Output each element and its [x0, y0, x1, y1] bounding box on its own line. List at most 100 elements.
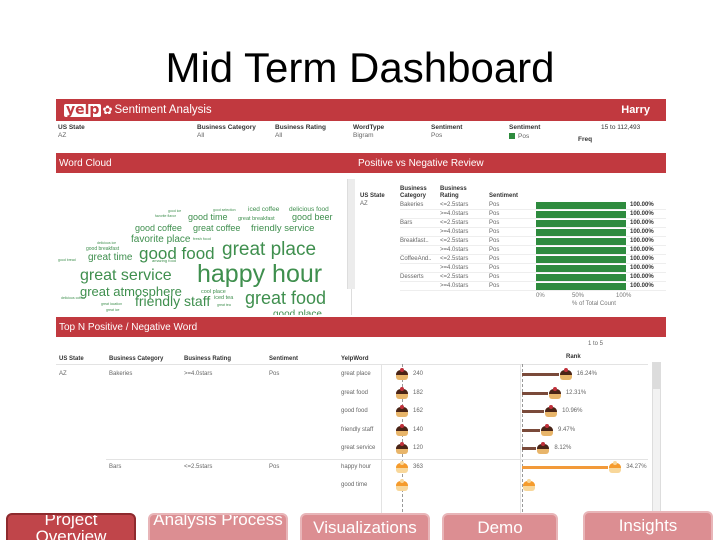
word-cloud-word[interactable]: great tea — [217, 303, 231, 308]
cupcake-icon[interactable] — [536, 442, 550, 454]
word-cloud-word[interactable]: good beer — [292, 213, 333, 222]
pvn-bar[interactable] — [536, 256, 626, 263]
word-cloud-word[interactable]: great place — [222, 240, 316, 259]
top-n-count: 120 — [413, 445, 424, 451]
pvn-bar[interactable] — [536, 274, 626, 281]
nav-visualizations[interactable]: Visualizations — [300, 513, 430, 540]
user-name[interactable]: Harry — [621, 104, 650, 116]
word-cloud-word[interactable]: great breakfast — [238, 216, 275, 223]
pvn-bar[interactable] — [536, 238, 626, 245]
filter-business-category[interactable]: Business Category All — [197, 124, 256, 139]
rank-bar[interactable] — [522, 428, 541, 432]
word-cloud-word[interactable]: delicious ice — [97, 241, 116, 246]
word-cloud-word[interactable]: friendly staff — [135, 294, 210, 308]
yelp-burst-icon: ✿ — [102, 103, 113, 117]
freq-range[interactable]: 15 to 112,493 — [601, 124, 640, 131]
rank-bar[interactable] — [522, 410, 545, 413]
nav-project-overview[interactable]: Project Overview — [6, 513, 136, 540]
cupcake-icon[interactable] — [395, 368, 409, 380]
word-cloud-word[interactable]: favorite flavor — [155, 214, 176, 219]
pvn-value: 100.00% — [630, 256, 654, 262]
word-cloud-scrollbar[interactable] — [347, 179, 355, 289]
word-cloud-word[interactable]: great coffee — [193, 224, 240, 233]
pvn-rating: >=4.0stars — [440, 247, 469, 253]
word-cloud-word[interactable]: great ice — [106, 308, 119, 313]
section-bar-top-n: Top N Positive / Negative Word — [56, 317, 666, 337]
cupcake-icon[interactable] — [540, 423, 554, 436]
pos-vs-neg-chart: US State Business Category Business Rati… — [360, 179, 666, 319]
pvn-bar[interactable] — [536, 229, 626, 236]
pvn-category: Desserts — [400, 274, 424, 280]
word-cloud-word[interactable]: fresh food — [193, 237, 211, 241]
top-n-count: 182 — [413, 389, 424, 396]
word-cloud-word[interactable]: good bread — [58, 258, 76, 263]
pvn-value: 100.00% — [630, 274, 654, 280]
cupcake-icon[interactable] — [395, 460, 409, 473]
pvn-bar[interactable] — [536, 283, 626, 290]
cupcake-icon[interactable] — [395, 423, 409, 436]
filter-word-type[interactable]: WordType Bigram — [353, 124, 384, 139]
filter-business-rating[interactable]: Business Rating All — [275, 124, 326, 139]
nav-analysis-process[interactable]: Analysis Process — [148, 513, 288, 540]
word-cloud-word[interactable]: happy hour — [197, 262, 322, 287]
cupcake-icon[interactable] — [559, 368, 573, 380]
dashboard-title: Sentiment Analysis — [114, 104, 212, 116]
scrollbar-thumb[interactable] — [653, 363, 660, 389]
word-cloud-word[interactable]: friendly service — [251, 224, 314, 234]
pvn-header-category: Business Category — [400, 186, 427, 199]
col-divider — [520, 364, 521, 517]
top-n-word: good time — [341, 482, 368, 488]
top-n-scrollbar[interactable] — [652, 362, 661, 517]
nav-demo[interactable]: Demo — [442, 513, 558, 540]
filter-sentiment[interactable]: Sentiment Pos — [431, 124, 462, 139]
pvn-value: 100.00% — [630, 238, 654, 244]
rank-bar[interactable] — [522, 373, 559, 376]
pvn-sentiment: Pos — [489, 247, 500, 253]
cupcake-icon[interactable] — [548, 386, 562, 399]
header-divider — [56, 364, 648, 365]
filter-us-state[interactable]: US State AZ — [58, 124, 85, 139]
word-cloud-word[interactable]: iced coffee — [248, 206, 279, 214]
cupcake-icon[interactable] — [544, 405, 558, 417]
top-n-page-range[interactable]: 1 to 5 — [588, 341, 603, 347]
pvn-bar[interactable] — [536, 202, 626, 209]
pvn-bar[interactable] — [536, 265, 626, 272]
rank-bar[interactable] — [522, 391, 548, 395]
word-cloud-word[interactable]: great service — [80, 268, 172, 284]
top-n-header-sentiment: Sentiment — [269, 356, 299, 362]
cupcake-icon[interactable] — [395, 405, 409, 417]
word-cloud-word[interactable]: good ice — [168, 209, 181, 214]
word-cloud-word[interactable]: good place — [273, 310, 322, 316]
word-cloud: good ice good selection iced coffee delicio… — [56, 179, 352, 315]
cupcake-icon[interactable] — [522, 479, 536, 491]
word-cloud-word[interactable]: good time — [188, 213, 228, 222]
top-n-count: 363 — [413, 463, 424, 470]
slide-title: Mid Term Dashboard — [165, 44, 555, 91]
filter-bar: US State AZ Business Category All Busine… — [56, 124, 666, 148]
cupcake-icon[interactable] — [395, 386, 409, 399]
pvn-sentiment: Pos — [489, 274, 500, 280]
legend-swatch-pos — [509, 133, 515, 140]
rank-bar[interactable] — [522, 465, 609, 469]
word-cloud-word[interactable]: delicious coffee — [61, 296, 85, 301]
pvn-sentiment: Pos — [489, 238, 500, 244]
nav-insights[interactable]: Insights — [583, 511, 713, 540]
rank-bar[interactable] — [522, 447, 537, 450]
pvn-bar[interactable] — [536, 211, 626, 218]
pvn-rating: >=4.0stars — [440, 283, 469, 289]
word-cloud-word[interactable]: iced tea — [214, 295, 233, 302]
cupcake-icon[interactable] — [395, 442, 409, 454]
word-cloud-word[interactable]: great time — [88, 253, 132, 263]
top-n-title: Top N Positive / Negative Word — [59, 321, 198, 333]
word-cloud-word[interactable]: great food — [245, 289, 326, 307]
cupcake-icon[interactable] — [608, 460, 622, 473]
top-n-word: happy hour — [341, 463, 372, 470]
cupcake-icon[interactable] — [395, 479, 409, 491]
pvn-bar[interactable] — [536, 247, 626, 254]
word-cloud-word[interactable]: great location — [101, 302, 122, 307]
pvn-bar[interactable] — [536, 220, 626, 227]
pvn-rating: >=4.0stars — [440, 265, 469, 271]
pvn-sentiment: Pos — [489, 283, 500, 289]
word-cloud-word[interactable]: good coffee — [135, 224, 182, 233]
word-cloud-word[interactable]: amazing food — [152, 259, 176, 263]
